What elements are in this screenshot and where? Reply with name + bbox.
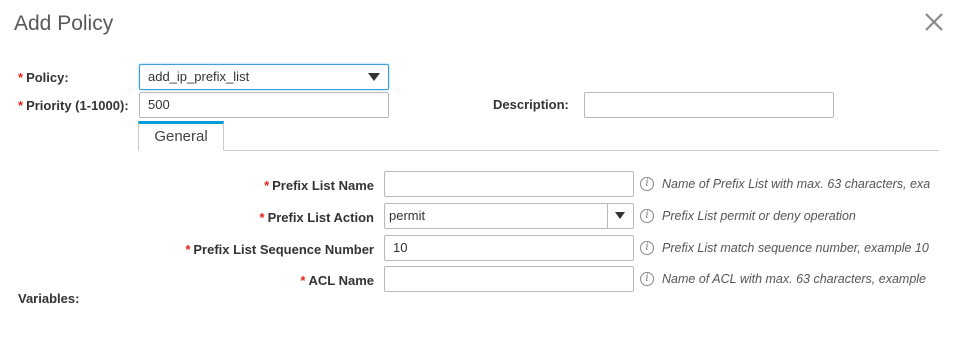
policy-select[interactable]: add_ip_prefix_list <box>139 64 389 90</box>
chevron-down-icon[interactable] <box>615 212 625 219</box>
prefix-list-action-select[interactable]: permit <box>384 203 634 229</box>
info-icon: i <box>640 241 654 255</box>
policy-label: * Policy: <box>18 70 69 85</box>
variables-label: Variables: <box>18 291 80 306</box>
priority-input[interactable]: 500 <box>139 92 389 118</box>
required-marker: * <box>185 242 191 257</box>
info-icon: i <box>640 209 654 223</box>
tab-bar-divider <box>138 150 939 151</box>
acl-name-input[interactable] <box>384 266 634 292</box>
prefix-list-action-value: permit <box>389 208 426 223</box>
policy-select-value: add_ip_prefix_list <box>148 69 250 84</box>
prefix-list-name-hint: Name of Prefix List with max. 63 charact… <box>662 177 931 191</box>
info-icon: i <box>640 177 654 191</box>
priority-input-value: 500 <box>148 97 170 112</box>
description-label: Description: <box>493 97 569 112</box>
required-marker: * <box>259 210 265 225</box>
prefix-list-action-label: * Prefix List Action <box>259 210 375 225</box>
dialog-title: Add Policy <box>14 12 114 35</box>
tab-general[interactable]: General <box>138 121 224 151</box>
field-hints: i Name of Prefix List with max. 63 chara… <box>636 168 939 298</box>
prefix-list-sequence-label: * Prefix List Sequence Number <box>185 242 374 257</box>
prefix-list-name-label: * Prefix List Name <box>264 178 374 193</box>
required-marker: * <box>300 273 306 288</box>
prefix-list-name-input[interactable] <box>384 171 634 197</box>
acl-name-label: * ACL Name <box>300 273 374 288</box>
required-marker: * <box>18 98 24 113</box>
prefix-list-sequence-hint: Prefix List match sequence number, examp… <box>662 241 929 255</box>
required-marker: * <box>264 178 270 193</box>
close-icon[interactable] <box>922 10 946 34</box>
description-input[interactable] <box>584 92 834 118</box>
priority-label: * Priority (1-1000): <box>18 98 129 113</box>
required-marker: * <box>18 70 24 85</box>
info-icon: i <box>640 272 654 286</box>
prefix-list-action-hint: Prefix List permit or deny operation <box>662 209 856 223</box>
prefix-list-sequence-input[interactable]: 10 <box>384 235 634 261</box>
chevron-down-icon <box>368 73 380 81</box>
acl-name-hint: Name of ACL with max. 63 characters, exa… <box>662 272 927 286</box>
dropdown-divider <box>607 204 608 228</box>
